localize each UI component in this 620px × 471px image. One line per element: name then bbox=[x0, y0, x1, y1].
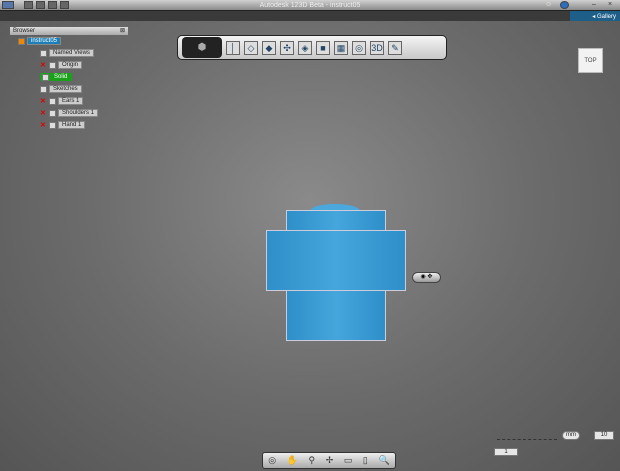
tree-root[interactable]: instruct05 bbox=[18, 37, 62, 45]
sketch-icon[interactable]: ◆ bbox=[262, 40, 276, 55]
modify-icon[interactable]: ◈ bbox=[298, 40, 312, 55]
account-icon[interactable]: ☺ bbox=[545, 1, 554, 9]
unit-button[interactable]: mm bbox=[562, 431, 580, 440]
tree-label: Solid bbox=[51, 74, 71, 80]
zoom-icon[interactable]: ⚲ bbox=[309, 455, 316, 466]
hidden-icon[interactable]: ✕ bbox=[40, 122, 47, 129]
close-button[interactable]: × bbox=[608, 1, 617, 9]
tree-item-origin[interactable]: ✕ Origin bbox=[40, 61, 83, 69]
body-icon bbox=[49, 97, 56, 105]
combine-icon[interactable]: ◎ bbox=[352, 40, 366, 55]
tree-item-ears[interactable]: ✕ Ears 1 bbox=[40, 97, 84, 105]
pattern-icon[interactable]: ■ bbox=[316, 40, 330, 55]
body-icon bbox=[49, 109, 56, 117]
main-menu-cube-icon[interactable]: ⬢ bbox=[182, 37, 222, 58]
view-cube-face: TOP bbox=[584, 58, 597, 64]
body-icon bbox=[49, 121, 56, 129]
ribbon bbox=[0, 11, 620, 21]
body-icon bbox=[42, 73, 49, 81]
help-icon[interactable] bbox=[560, 1, 569, 9]
component-icon bbox=[18, 37, 25, 45]
snap-field[interactable]: 1 bbox=[494, 448, 518, 456]
group-icon[interactable]: ▦ bbox=[334, 40, 348, 55]
tree-label: Hand 1 bbox=[58, 121, 86, 129]
tree-label: Shoulders 1 bbox=[58, 109, 99, 117]
3d-text-icon[interactable]: 3D bbox=[370, 40, 384, 55]
hidden-icon[interactable]: ✕ bbox=[40, 98, 47, 105]
tree-item-hand[interactable]: ✕ Hand 1 bbox=[40, 121, 86, 129]
folder-icon bbox=[40, 49, 47, 57]
grid-size-field[interactable]: 10 bbox=[594, 431, 614, 440]
view-cube[interactable]: TOP bbox=[578, 48, 603, 73]
tree-item-solid[interactable]: Solid bbox=[40, 73, 73, 81]
pan-icon[interactable]: ✋ bbox=[287, 455, 298, 466]
tree-label: Sketches bbox=[49, 85, 82, 93]
view-mode-icon[interactable]: ▭ bbox=[344, 455, 353, 466]
scale-ruler bbox=[497, 436, 557, 440]
navigation-bar: ◎ ✋ ⚲ ✢ ▭ ▯ 🔍 bbox=[262, 452, 396, 469]
tree-label: instruct05 bbox=[27, 37, 62, 45]
hidden-icon[interactable]: ✕ bbox=[40, 110, 47, 117]
visual-style-icon[interactable]: ▯ bbox=[363, 455, 368, 466]
browser-panel: Browser ⊠ instruct05 Named Views ✕ Origin … bbox=[10, 27, 128, 133]
main-toolbar: ⬢ │ ◇ ◆ ✣ ◈ ■ ▦ ◎ 3D ✎ bbox=[177, 35, 447, 60]
folder-icon bbox=[49, 61, 56, 69]
tree-label: Named Views bbox=[49, 49, 94, 57]
orbit-icon[interactable]: ◎ bbox=[268, 455, 276, 466]
browser-title: Browser bbox=[13, 28, 36, 34]
tree-item-sketches[interactable]: Sketches bbox=[40, 85, 82, 93]
browser-close-icon[interactable]: ⊠ bbox=[120, 27, 125, 35]
material-icon[interactable]: ✎ bbox=[388, 40, 402, 55]
minimize-button[interactable]: – bbox=[592, 1, 601, 9]
tree-item-named-views[interactable]: Named Views bbox=[40, 49, 94, 57]
box-icon[interactable]: ◇ bbox=[244, 40, 258, 55]
model-middle bbox=[266, 230, 406, 291]
tree-label: Ears 1 bbox=[58, 97, 84, 105]
tree-label: Origin bbox=[58, 61, 83, 69]
gallery-button[interactable]: ◂ Gallery bbox=[570, 11, 620, 21]
tree-item-shoulders[interactable]: ✕ Shoulders 1 bbox=[40, 109, 99, 117]
folder-icon bbox=[40, 85, 47, 93]
construct-icon[interactable]: ✣ bbox=[280, 40, 294, 55]
title-bar: Autodesk 123D Beta - instruct05 ☺ – × bbox=[0, 0, 620, 11]
primitive-icon[interactable]: │ bbox=[226, 40, 240, 55]
hidden-icon[interactable]: ✕ bbox=[40, 62, 47, 69]
gallery-label: Gallery bbox=[596, 14, 616, 20]
marking-menu-button[interactable]: ◉ ✥ bbox=[412, 272, 441, 283]
model-bottom bbox=[286, 290, 386, 341]
window-title: Autodesk 123D Beta - instruct05 bbox=[259, 2, 361, 9]
search-icon[interactable]: 🔍 bbox=[378, 455, 389, 466]
browser-header: Browser ⊠ bbox=[10, 27, 128, 35]
fit-icon[interactable]: ✢ bbox=[326, 455, 334, 466]
